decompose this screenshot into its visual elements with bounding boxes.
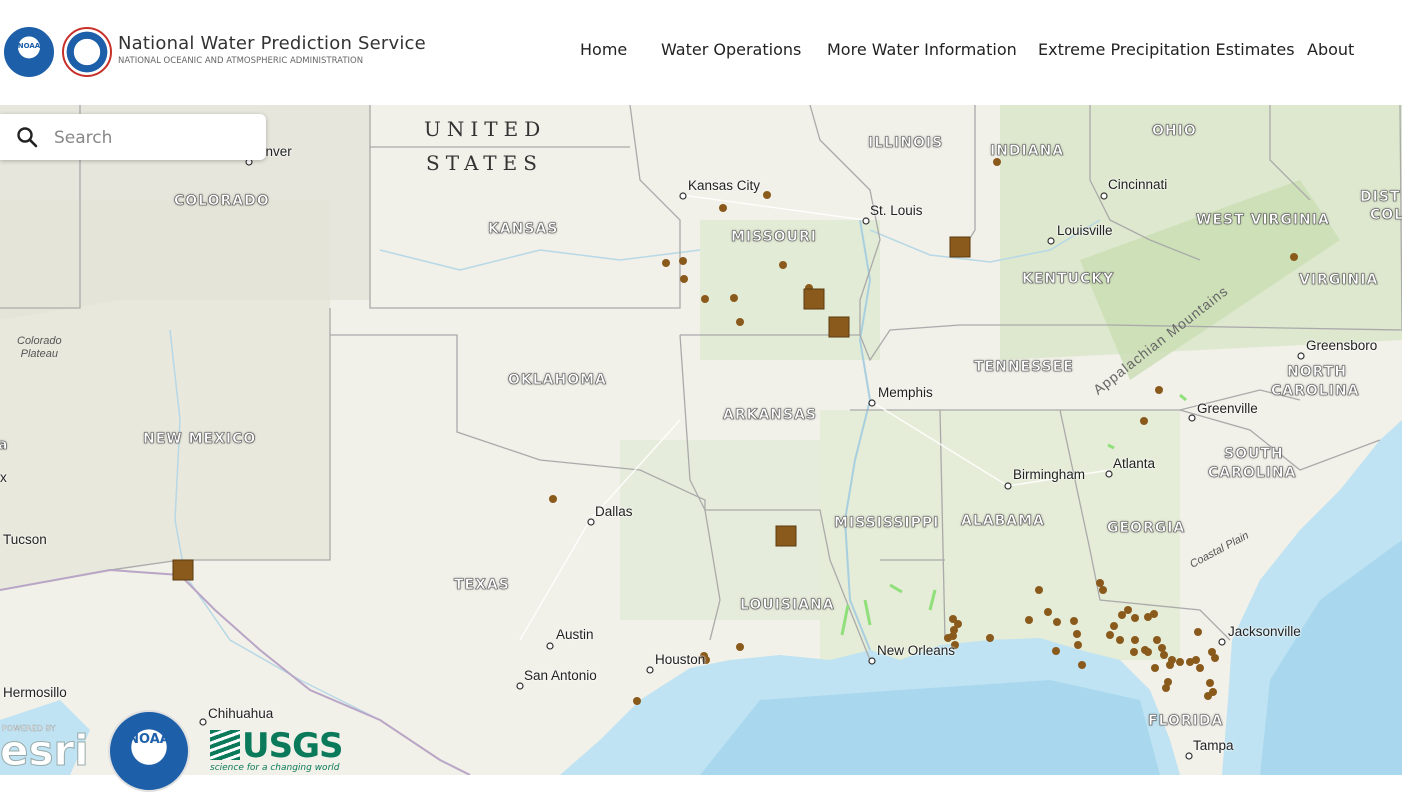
- nav-about[interactable]: About: [1307, 40, 1354, 59]
- noaa-attribution-text: NOAA: [128, 732, 170, 747]
- city-dot: [1004, 482, 1012, 490]
- usgs-wave-icon: [210, 730, 240, 760]
- city-dot: [199, 718, 207, 726]
- nav-water-operations[interactable]: Water Operations: [661, 40, 801, 59]
- usgs-tagline: science for a changing world: [210, 763, 340, 773]
- city-dot: [1297, 352, 1305, 360]
- city-dot: [862, 217, 870, 225]
- nws-logo[interactable]: [62, 27, 112, 77]
- city-dot: [868, 657, 876, 665]
- search-icon[interactable]: [16, 126, 38, 148]
- city-dot: [546, 642, 554, 650]
- city-dot: [1047, 237, 1055, 245]
- city-dot: [1218, 638, 1226, 646]
- site-title[interactable]: National Water Prediction Service: [118, 33, 426, 54]
- site-header: NOAA National Water Prediction Service N…: [0, 0, 1402, 105]
- city-dot: [868, 399, 876, 407]
- city-dot: [516, 682, 524, 690]
- search-input[interactable]: [52, 124, 256, 152]
- nav-extreme-precipitation-estimates[interactable]: Extreme Precipitation Estimates: [1038, 40, 1295, 59]
- usgs-logo[interactable]: USGS science for a changing world: [210, 726, 343, 775]
- usgs-wordmark: USGS: [242, 726, 343, 766]
- city-dot: [646, 666, 654, 674]
- noaa-logo-text: NOAA: [17, 42, 41, 50]
- city-dot: [1105, 470, 1113, 478]
- city-dot: [679, 192, 687, 200]
- city-dot: [587, 518, 595, 526]
- esri-logo[interactable]: POWERED BY esri: [0, 722, 90, 776]
- city-dot: [1100, 192, 1108, 200]
- city-dots: [199, 158, 1305, 760]
- nav-more-water-information[interactable]: More Water Information: [827, 40, 1017, 59]
- city-dot: [1185, 752, 1193, 760]
- city-dot: [1188, 414, 1196, 422]
- noaa-logo[interactable]: NOAA: [4, 27, 54, 77]
- noaa-attribution-logo[interactable]: NOAA: [108, 710, 190, 792]
- search-box[interactable]: [0, 114, 266, 160]
- esri-wordmark: esri: [0, 726, 89, 776]
- nav-home[interactable]: Home: [580, 40, 627, 59]
- site-subtitle: NATIONAL OCEANIC AND ATMOSPHERIC ADMINIS…: [118, 56, 364, 66]
- map-view[interactable]: UNITED STATES COLORADO KANSAS MISSOURI I…: [0, 105, 1402, 775]
